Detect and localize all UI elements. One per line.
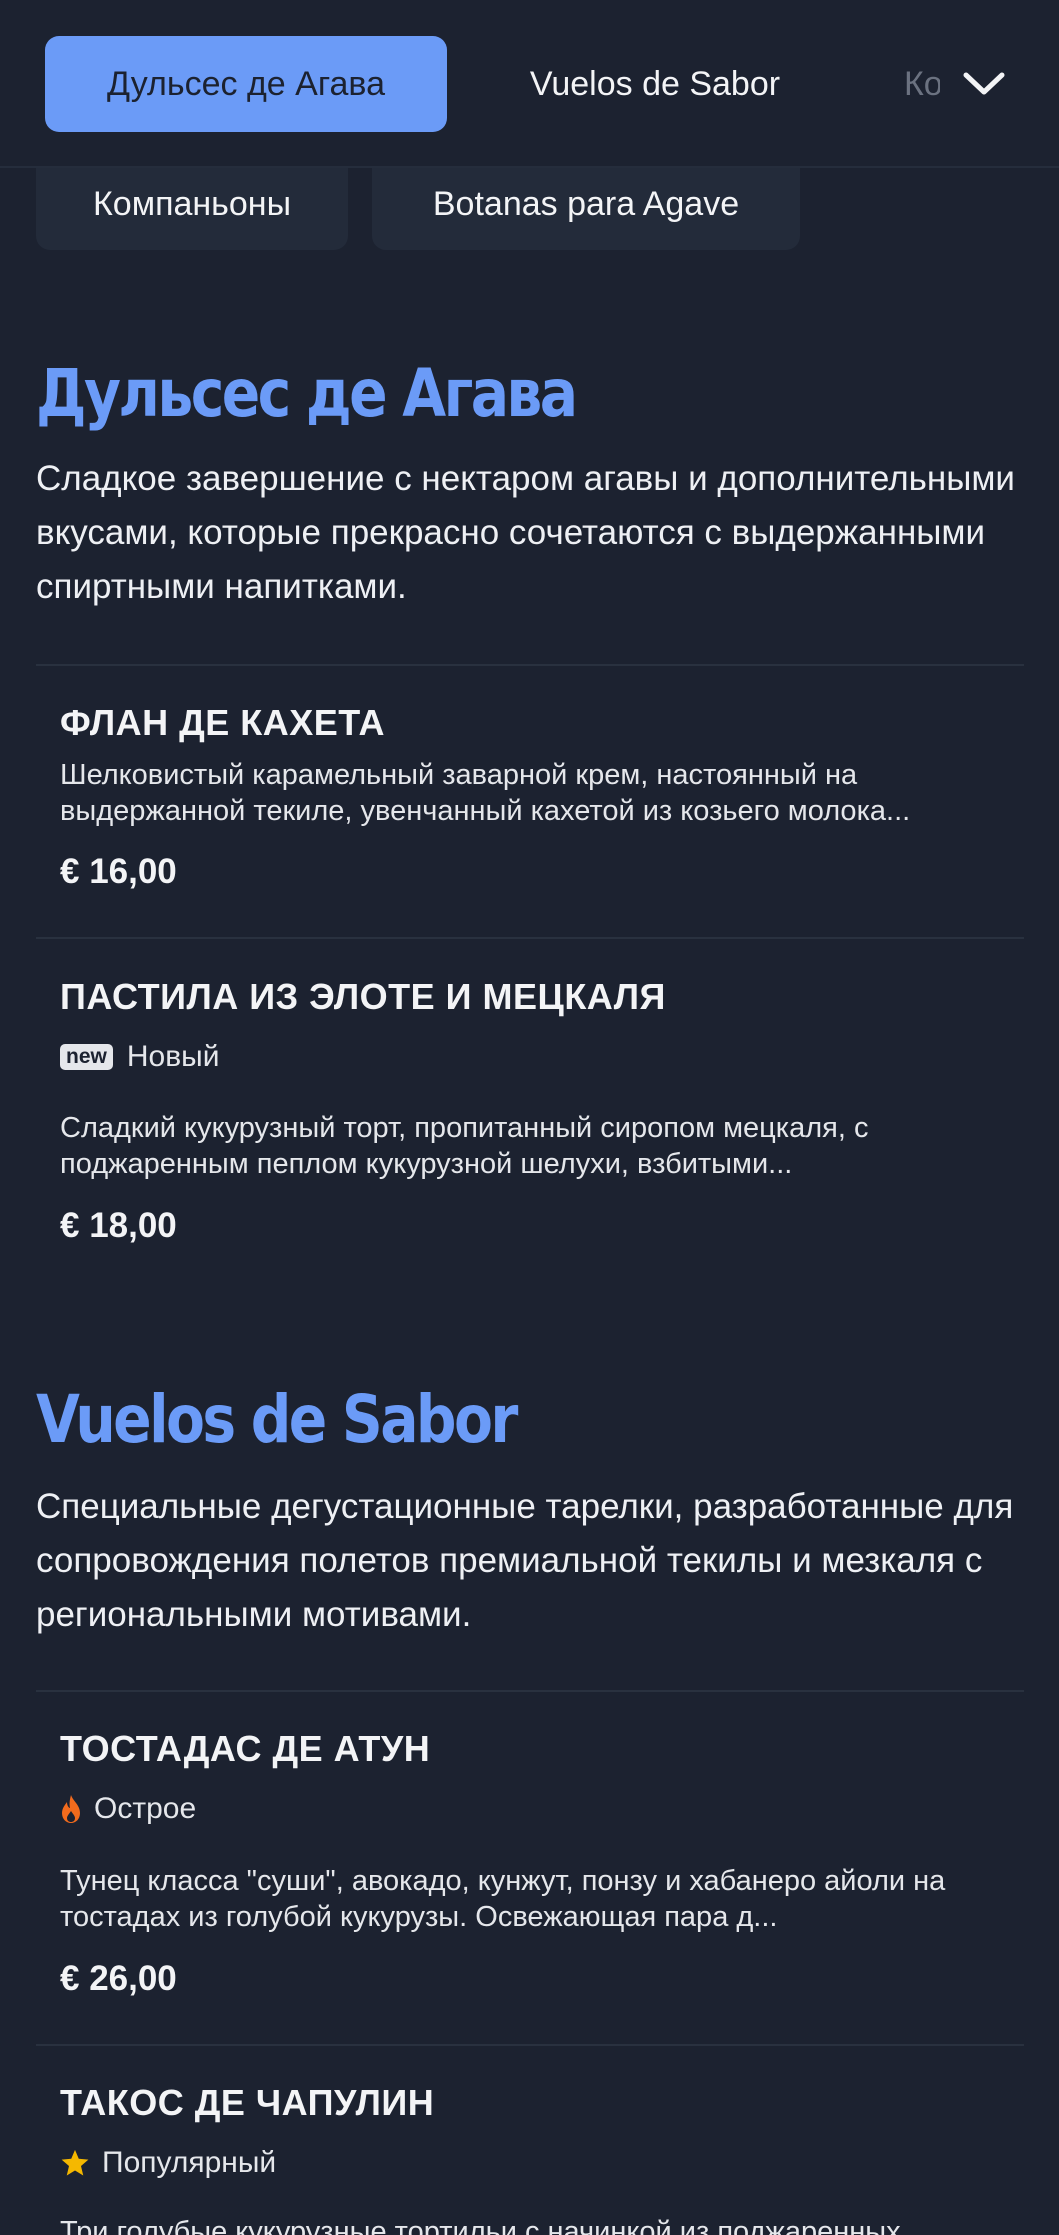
item-name: ФЛАН ДЕ КАХЕТА: [60, 702, 385, 743]
tab-dulces-de-agava[interactable]: Дульсес де Агава: [45, 36, 447, 132]
divider: [36, 1690, 1024, 1692]
item-description: Сладкий кукурузный торт, пропитанный сир…: [60, 1112, 869, 1180]
badge-label: Популярный: [102, 2146, 277, 2179]
item-price: € 18,00: [60, 1206, 177, 1245]
item-name: ПАСТИЛА ИЗ ЭЛОТЕ И МЕЦКАЛЯ: [60, 976, 666, 1017]
flame-icon: [60, 1794, 82, 1824]
star-icon: [60, 2148, 90, 2178]
spicy-badge: Острое: [60, 1792, 196, 1826]
item-name: ТОСТАДАС ДЕ АТУН: [60, 1728, 431, 1769]
divider: [36, 2044, 1024, 2046]
section-description: Сладкое завершение с нектаром агавы и до…: [36, 459, 1015, 606]
item-price: € 16,00: [60, 852, 177, 891]
badge-label: Острое: [94, 1792, 197, 1825]
item-description: Тунец класса "суши", авокадо, кунжут, по…: [60, 1865, 946, 1933]
chevron-down-icon[interactable]: [952, 52, 1016, 116]
divider: [36, 937, 1024, 939]
tab-vuelos-de-sabor[interactable]: Vuelos de Sabor: [480, 36, 830, 132]
section-description: Специальные дегустационные тарелки, разр…: [36, 1487, 1014, 1634]
item-description: Шелковистый карамельный заварной крем, н…: [60, 759, 911, 827]
new-badge: new Новый: [60, 1040, 219, 1074]
menu-page: Дульсес де Агава Сладкое завершение с не…: [0, 0, 1059, 2235]
category-tab-bar: Дульсес де Агава Vuelos de Sabor Компань…: [0, 0, 1059, 168]
new-tag: new: [60, 1044, 113, 1070]
section-title: Дульсес де Агава: [36, 355, 578, 432]
badge-label: Новый: [126, 1040, 220, 1073]
item-description: Три голубые кукурузные тортильи с начинк…: [60, 2216, 901, 2235]
tab-companions[interactable]: Компаньоны: [880, 36, 940, 132]
item-price: € 26,00: [60, 1959, 177, 1998]
divider: [36, 664, 1024, 666]
section-title: Vuelos de Sabor: [36, 1381, 518, 1458]
popular-badge: Популярный: [60, 2146, 276, 2180]
item-name: ТАКОС ДЕ ЧАПУЛИН: [60, 2082, 435, 2123]
